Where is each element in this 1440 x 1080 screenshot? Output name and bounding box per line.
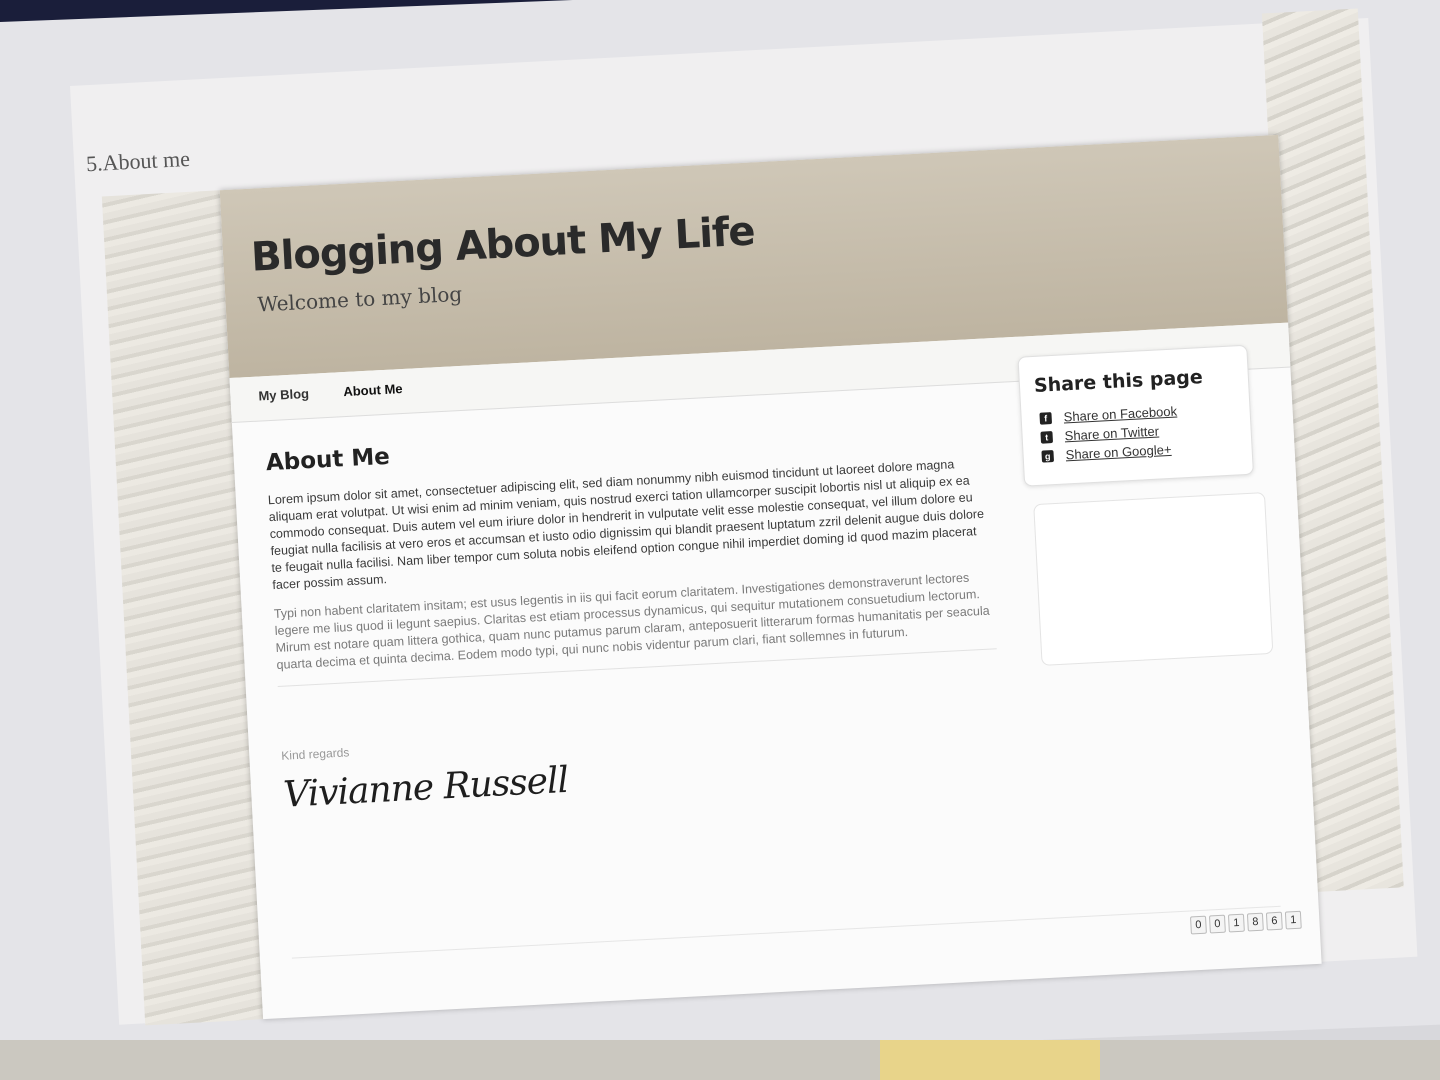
site-title[interactable]: Blogging About My Life: [250, 208, 756, 280]
share-link-label[interactable]: Share on Google+: [1065, 442, 1172, 463]
blog-page: Blogging About My Life Welcome to my blo…: [219, 134, 1322, 1020]
nav-item-my-blog[interactable]: My Blog: [258, 386, 309, 404]
counter-digit: 0: [1190, 915, 1207, 935]
empty-widget-box: [1033, 492, 1274, 666]
footer-divider: [291, 905, 1281, 959]
counter-digit: 8: [1246, 912, 1264, 932]
counter-digit: 1: [1227, 913, 1245, 933]
visitor-counter: 0 0 1 8 6 1: [1190, 910, 1302, 935]
section-label: 5.About me: [85, 145, 191, 177]
share-link-label[interactable]: Share on Facebook: [1063, 404, 1177, 425]
counter-digit: 1: [1284, 910, 1302, 930]
nav-item-about-me[interactable]: About Me: [343, 381, 403, 399]
share-widget-title: Share this page: [1033, 366, 1204, 397]
share-link-label[interactable]: Share on Twitter: [1064, 423, 1159, 443]
googleplus-icon: g: [1041, 449, 1055, 463]
share-widget: Share this page f Share on Facebook t Sh…: [1017, 344, 1254, 487]
site-tagline: Welcome to my blog: [257, 281, 463, 317]
counter-digit: 0: [1208, 914, 1226, 934]
facebook-icon: f: [1039, 411, 1053, 425]
counter-digit: 6: [1265, 911, 1283, 931]
desk-object: [880, 1040, 1100, 1080]
page-shell: 5.About me Blogging About My Life Welcom…: [70, 8, 1418, 1026]
main-content: About Me Lorem ipsum dolor sit amet, con…: [265, 413, 1003, 816]
twitter-icon: t: [1040, 430, 1054, 444]
desk-surface: [0, 1040, 1440, 1080]
